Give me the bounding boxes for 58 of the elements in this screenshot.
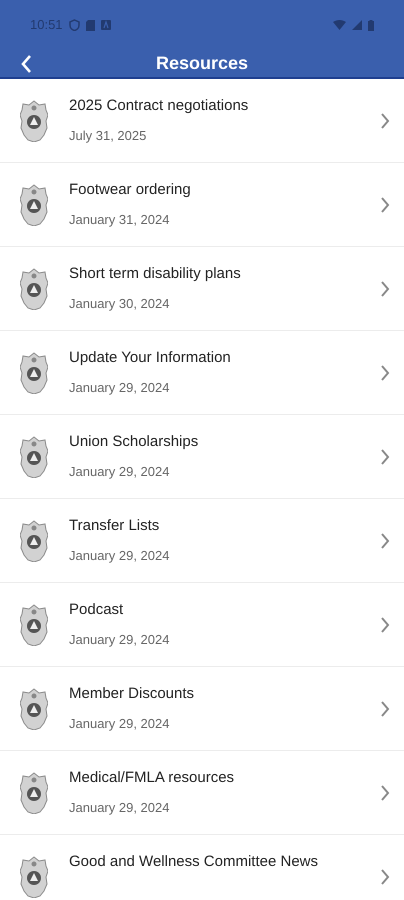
chevron-left-icon bbox=[20, 54, 32, 74]
badge-icon bbox=[20, 268, 48, 310]
chevron-right-icon bbox=[380, 112, 390, 130]
battery-icon bbox=[368, 20, 374, 30]
item-title: Short term disability plans bbox=[69, 265, 242, 283]
item-date: July 31, 2025 bbox=[69, 128, 148, 144]
chevron-right-icon bbox=[380, 364, 390, 382]
badge-icon bbox=[20, 856, 48, 898]
item-date: January 29, 2024 bbox=[69, 548, 170, 564]
item-date: January 30, 2024 bbox=[69, 296, 170, 312]
chevron-right-icon bbox=[380, 280, 390, 298]
item-date: January 29, 2024 bbox=[69, 716, 170, 732]
item-title: Update Your Information bbox=[69, 349, 232, 367]
item-title: Medical/FMLA resources bbox=[69, 769, 236, 787]
resource-item[interactable]: Footwear ordering January 31, 2024 bbox=[0, 163, 404, 247]
chevron-right-icon bbox=[380, 532, 390, 550]
badge-icon bbox=[20, 100, 48, 142]
resource-item[interactable]: Union Scholarships January 29, 2024 bbox=[0, 415, 404, 499]
screen-title: Resources bbox=[156, 52, 248, 75]
badge-icon bbox=[20, 772, 48, 814]
chevron-right-icon bbox=[380, 868, 390, 886]
resource-item[interactable]: Short term disability plans January 30, 2024 bbox=[0, 247, 404, 331]
item-date: January 29, 2024 bbox=[69, 464, 170, 480]
signal-icon bbox=[352, 20, 362, 30]
resource-item[interactable]: 2025 Contract negotiations July 31, 2025 bbox=[0, 79, 404, 163]
item-title: Union Scholarships bbox=[69, 433, 200, 451]
badge-icon bbox=[20, 520, 48, 562]
status-time: 10:51 bbox=[30, 16, 63, 34]
badge-icon bbox=[20, 352, 48, 394]
chevron-right-icon bbox=[380, 700, 390, 718]
badge-icon bbox=[20, 688, 48, 730]
item-date: January 29, 2024 bbox=[69, 380, 170, 396]
item-date: January 31, 2024 bbox=[69, 212, 170, 228]
item-title: Good and Wellness Committee News bbox=[69, 853, 319, 871]
item-date: January 29, 2024 bbox=[69, 632, 170, 648]
wifi-icon bbox=[333, 20, 346, 30]
shield-icon bbox=[68, 19, 80, 31]
badge-icon bbox=[20, 184, 48, 226]
item-title: Footwear ordering bbox=[69, 181, 192, 199]
resource-item[interactable]: Transfer Lists January 29, 2024 bbox=[0, 499, 404, 583]
item-title: 2025 Contract negotiations bbox=[69, 97, 250, 115]
badge-icon bbox=[20, 436, 48, 478]
chevron-right-icon bbox=[380, 448, 390, 466]
resource-item[interactable]: Update Your Information January 29, 2024 bbox=[0, 331, 404, 415]
resource-item[interactable]: Member Discounts January 29, 2024 bbox=[0, 667, 404, 751]
chevron-right-icon bbox=[380, 196, 390, 214]
item-date: January 29, 2024 bbox=[69, 800, 170, 816]
resource-item[interactable]: Podcast January 29, 2024 bbox=[0, 583, 404, 667]
app-notification-icon bbox=[100, 20, 111, 30]
item-title: Member Discounts bbox=[69, 685, 196, 703]
item-title: Transfer Lists bbox=[69, 517, 160, 535]
sd-card-icon bbox=[86, 20, 95, 30]
chevron-right-icon bbox=[380, 784, 390, 802]
resource-item[interactable]: Good and Wellness Committee News bbox=[0, 835, 404, 900]
item-title: Podcast bbox=[69, 601, 124, 619]
resource-item[interactable]: Medical/FMLA resources January 29, 2024 bbox=[0, 751, 404, 835]
badge-icon bbox=[20, 604, 48, 646]
chevron-right-icon bbox=[380, 616, 390, 634]
